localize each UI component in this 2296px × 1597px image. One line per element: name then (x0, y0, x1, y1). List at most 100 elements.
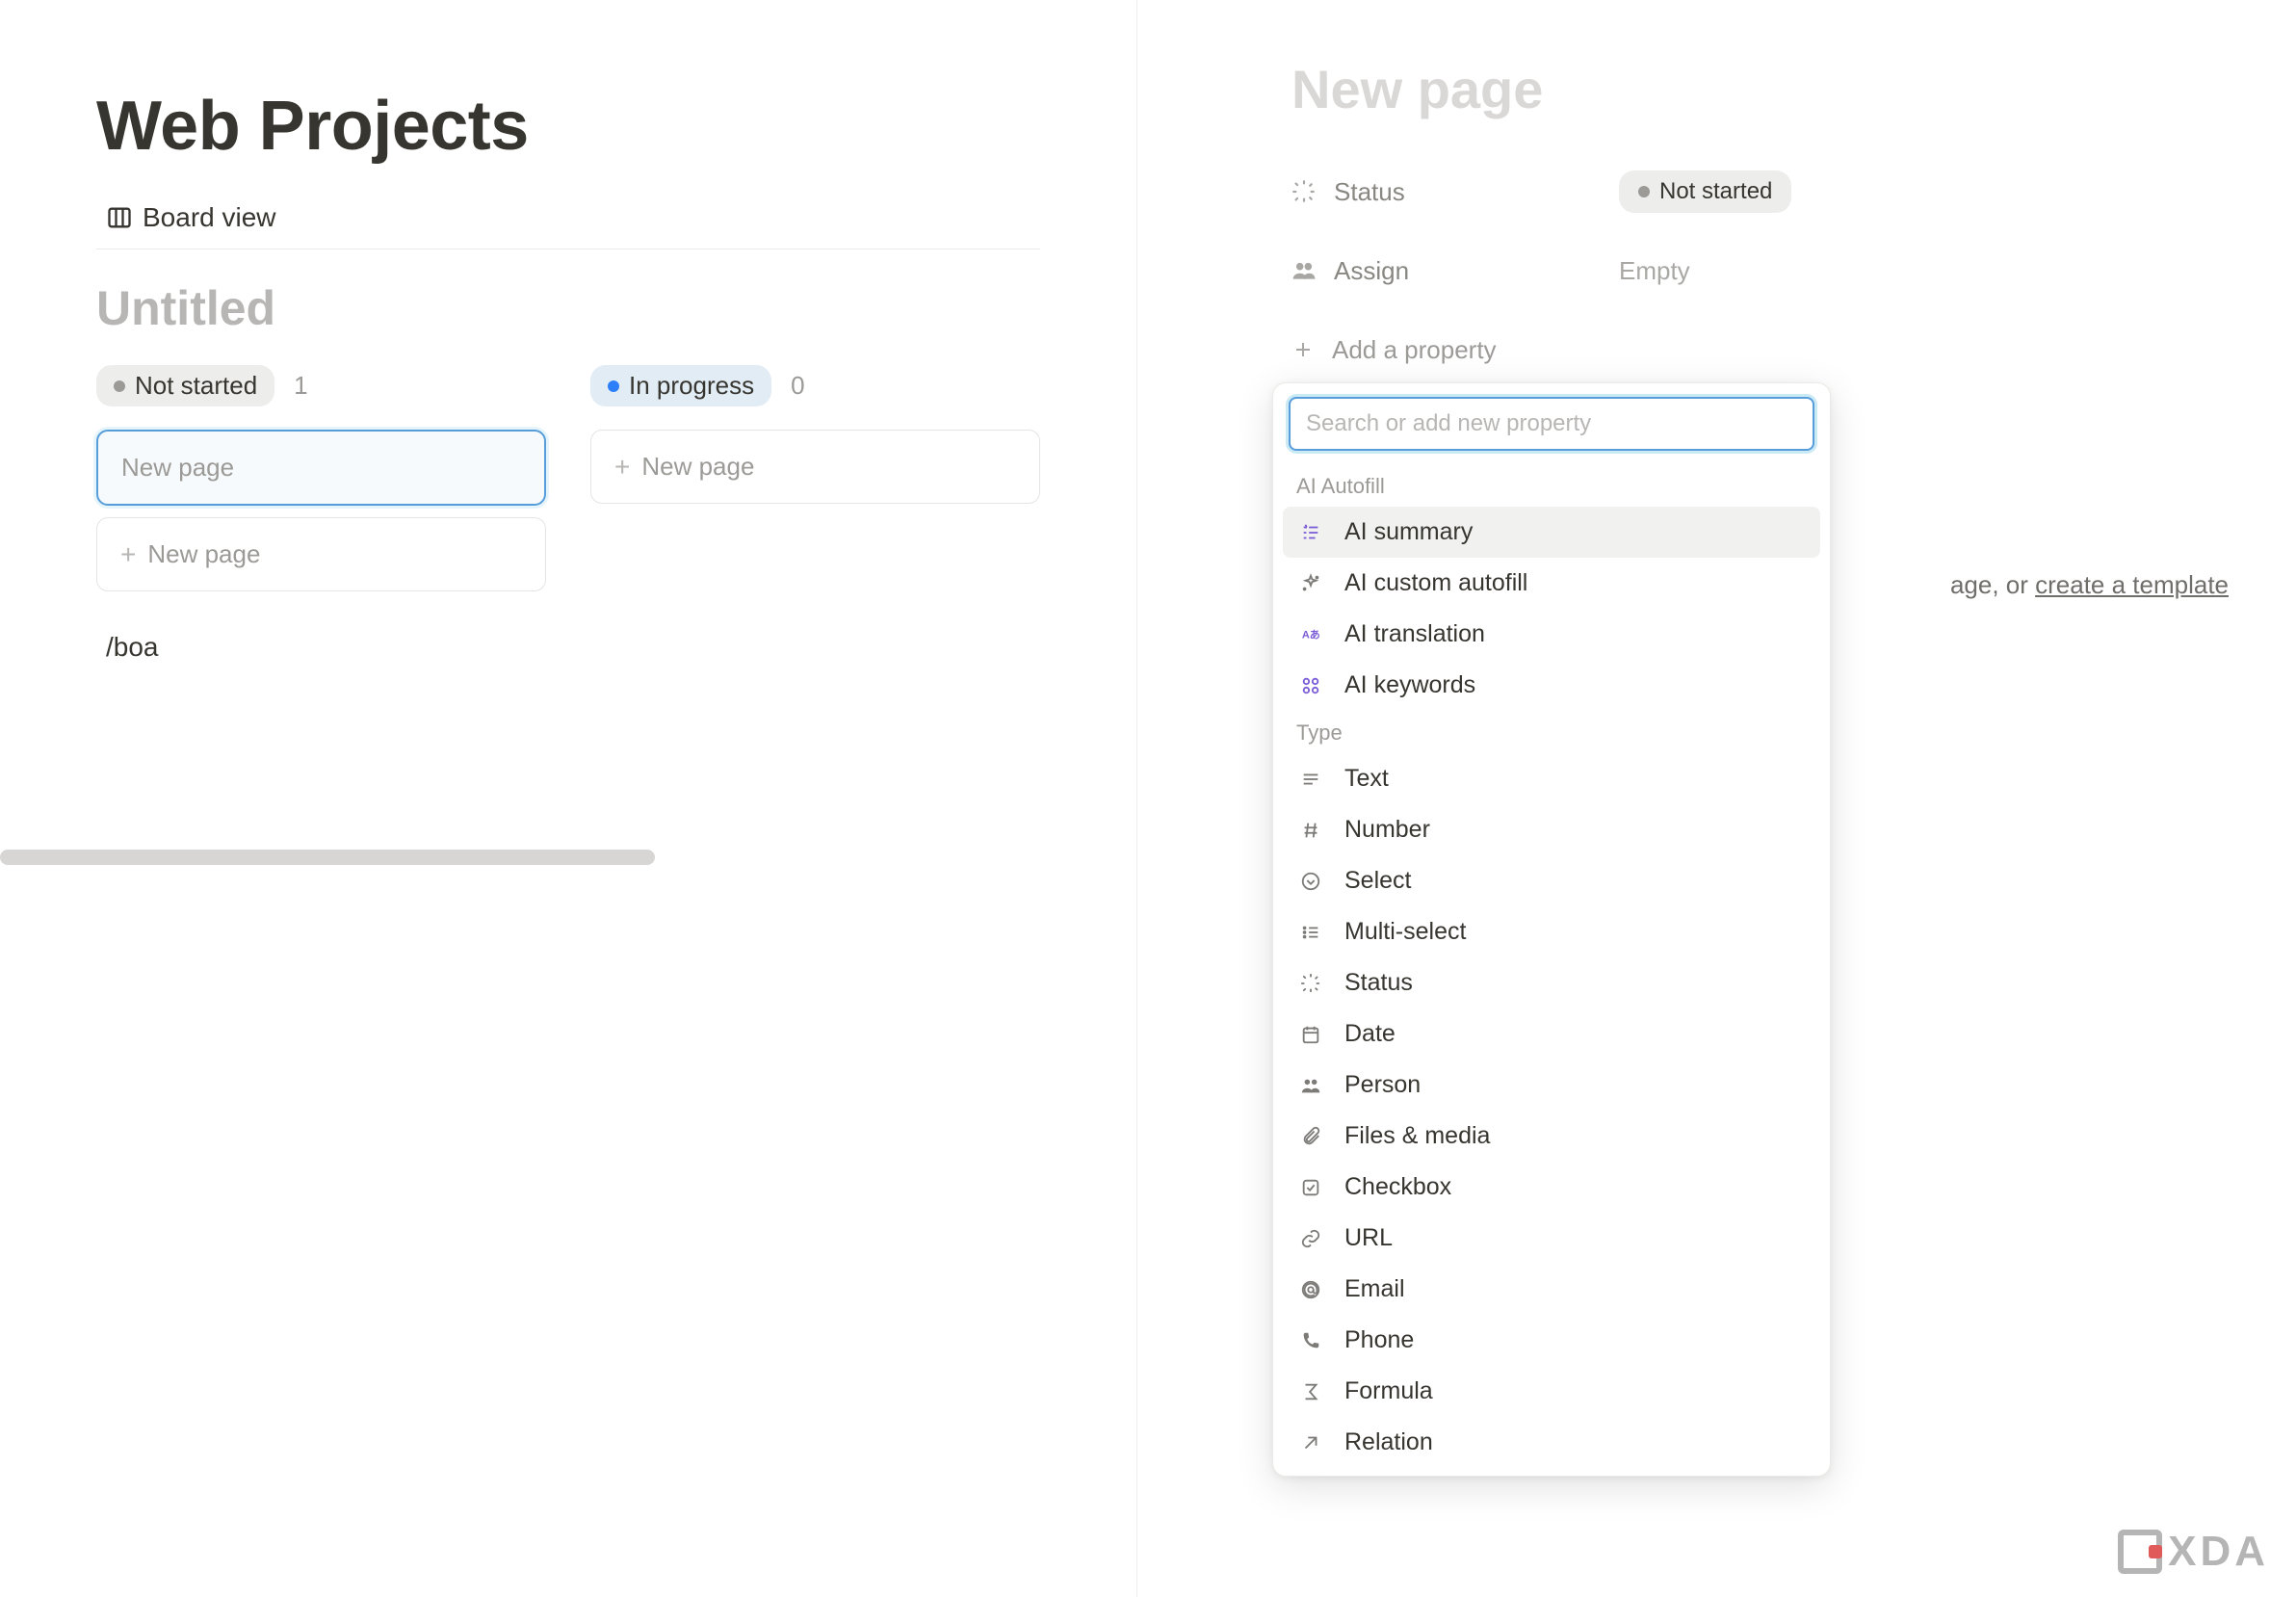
dd-item-checkbox[interactable]: Checkbox (1283, 1162, 1820, 1213)
plus-icon: + (614, 454, 630, 481)
assign-empty-value[interactable]: Empty (1619, 256, 1690, 285)
database-view-pane: Web Projects Board view Untitled Not (0, 0, 1136, 1597)
horizontal-scrollbar[interactable] (0, 850, 655, 865)
dd-item-text[interactable]: Text (1283, 753, 1820, 804)
board-columns: Not started 1 New page + New page (96, 365, 1040, 603)
plus-icon (1292, 338, 1315, 361)
status-dot-icon (1638, 186, 1650, 197)
status-value-pill[interactable]: Not started (1619, 170, 1791, 213)
page-body-hint: age, or create a template (1950, 570, 2229, 600)
dd-item-label: Checkbox (1344, 1173, 1451, 1201)
email-icon (1296, 1279, 1325, 1300)
sparkle-icon (1296, 573, 1325, 594)
formula-icon (1296, 1381, 1325, 1402)
add-card-label: New page (147, 539, 260, 569)
database-subtitle[interactable]: Untitled (96, 280, 1040, 336)
view-tab-label: Board view (143, 202, 276, 233)
board-icon (106, 204, 133, 231)
dd-item-ai-summary[interactable]: AI summary (1283, 507, 1820, 558)
dd-item-url[interactable]: URL (1283, 1213, 1820, 1264)
plus-icon: + (120, 541, 136, 568)
property-label: Status (1334, 177, 1405, 207)
phone-icon (1296, 1330, 1325, 1351)
people-icon (1292, 258, 1317, 283)
add-card-button[interactable]: + New page (590, 430, 1040, 504)
dd-item-label: Person (1344, 1071, 1421, 1099)
dd-item-label: Email (1344, 1275, 1405, 1303)
board-card-selected[interactable]: New page (96, 430, 546, 506)
status-label: Not started (135, 371, 257, 401)
xda-logo-icon (2118, 1530, 2162, 1574)
add-card-button[interactable]: + New page (96, 517, 546, 591)
dd-item-ai-keywords[interactable]: AI keywords (1283, 660, 1820, 711)
dd-item-multiselect[interactable]: Multi-select (1283, 906, 1820, 957)
dd-item-number[interactable]: Number (1283, 804, 1820, 855)
dd-item-phone[interactable]: Phone (1283, 1315, 1820, 1366)
translate-icon: Aあ (1296, 624, 1325, 645)
view-tabs: Board view (96, 202, 1040, 249)
dd-item-label: AI keywords (1344, 671, 1475, 699)
dd-item-label: Formula (1344, 1377, 1433, 1405)
add-property-label: Add a property (1332, 335, 1497, 365)
dd-item-label: Multi-select (1344, 918, 1466, 946)
dd-item-label: Text (1344, 765, 1389, 793)
dd-item-label: Files & media (1344, 1122, 1490, 1150)
create-template-link[interactable]: create a template (2035, 570, 2229, 599)
dd-item-status[interactable]: Status (1283, 957, 1820, 1008)
status-pill-not-started[interactable]: Not started (96, 365, 274, 406)
card-title: New page (121, 453, 234, 483)
property-search-input[interactable] (1289, 397, 1814, 451)
dd-item-label: AI summary (1344, 518, 1473, 546)
add-card-label: New page (641, 452, 754, 482)
dd-item-label: Status (1344, 969, 1413, 997)
dd-item-date[interactable]: Date (1283, 1008, 1820, 1060)
status-dot-icon (608, 380, 619, 392)
dd-item-select[interactable]: Select (1283, 855, 1820, 906)
dd-item-label: Date (1344, 1020, 1396, 1048)
board-column-not-started: Not started 1 New page + New page (96, 365, 546, 603)
board-view-tab[interactable]: Board view (106, 202, 276, 233)
dd-item-formula[interactable]: Formula (1283, 1366, 1820, 1417)
status-label: In progress (629, 371, 754, 401)
dd-item-ai-translation[interactable]: Aあ AI translation (1283, 609, 1820, 660)
dd-item-label: Number (1344, 816, 1430, 844)
dd-item-label: URL (1344, 1224, 1393, 1252)
dd-item-label: Phone (1344, 1326, 1414, 1354)
status-icon (1296, 973, 1325, 994)
page-title[interactable]: Web Projects (96, 87, 1040, 166)
status-dot-icon (114, 380, 125, 392)
link-icon (1296, 1228, 1325, 1249)
dropdown-section-ai: AI Autofill (1283, 464, 1820, 507)
dd-item-relation[interactable]: Relation (1283, 1417, 1820, 1468)
dd-item-person[interactable]: Person (1283, 1060, 1820, 1111)
checkbox-icon (1296, 1177, 1325, 1198)
side-page-title[interactable]: New page (1292, 58, 2248, 120)
dd-item-files[interactable]: Files & media (1283, 1111, 1820, 1162)
dd-item-label: Relation (1344, 1428, 1433, 1456)
dd-item-ai-custom[interactable]: AI custom autofill (1283, 558, 1820, 609)
status-pill-in-progress[interactable]: In progress (590, 365, 771, 406)
summary-icon (1296, 522, 1325, 543)
text-icon (1296, 769, 1325, 790)
dd-item-email[interactable]: Email (1283, 1264, 1820, 1315)
select-icon (1296, 871, 1325, 892)
slash-command-input[interactable]: /boa (96, 632, 1040, 663)
xda-watermark: XDA (2118, 1528, 2269, 1576)
multiselect-icon (1296, 922, 1325, 943)
number-icon (1296, 820, 1325, 841)
dd-item-label: AI custom autofill (1344, 569, 1527, 597)
attachment-icon (1296, 1126, 1325, 1147)
dd-item-label: Select (1344, 867, 1411, 895)
add-property-button[interactable]: Add a property (1292, 325, 2248, 375)
date-icon (1296, 1024, 1325, 1045)
column-count: 1 (294, 371, 307, 401)
property-row-assign[interactable]: Assign Empty (1292, 246, 2248, 296)
svg-text:Aあ: Aあ (1302, 628, 1320, 641)
dropdown-section-type: Type (1283, 711, 1820, 753)
property-type-dropdown: AI Autofill AI summary AI custom autofil… (1272, 382, 1831, 1477)
dd-item-label: AI translation (1344, 620, 1485, 648)
relation-icon (1296, 1432, 1325, 1453)
keywords-icon (1296, 675, 1325, 696)
property-row-status[interactable]: Status Not started (1292, 167, 2248, 217)
status-value-text: Not started (1659, 178, 1772, 205)
